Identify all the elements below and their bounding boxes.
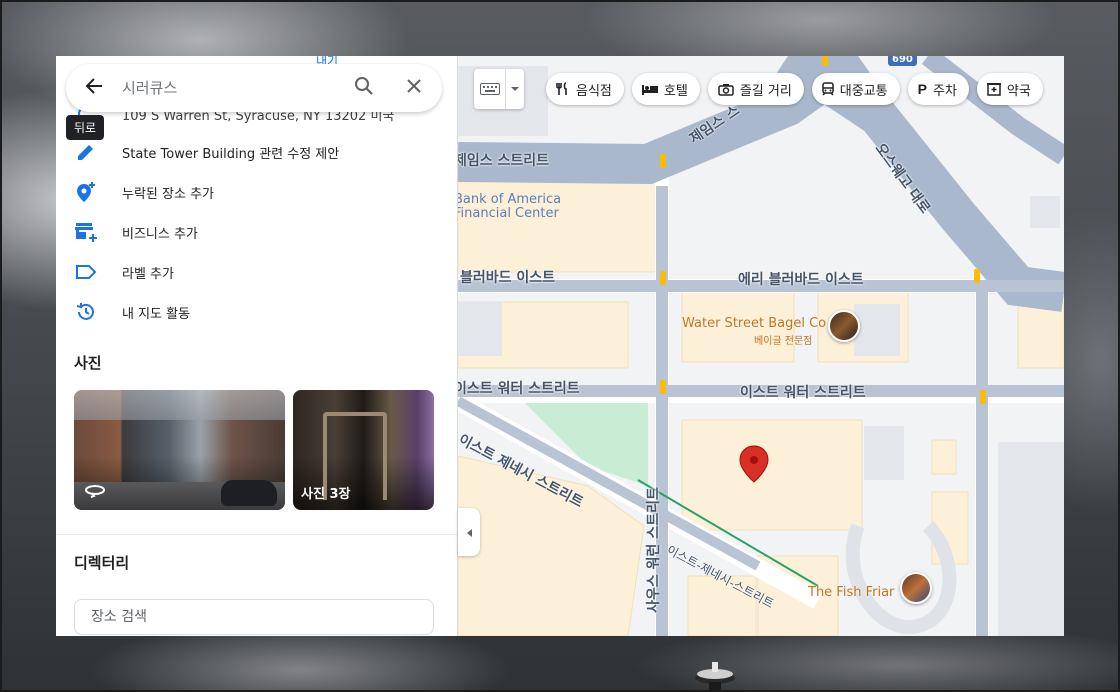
poi-bank-line2: Financial Center — [458, 206, 559, 221]
poi-fish-label[interactable]: The Fish Friar — [808, 585, 894, 600]
keyboard-layout-button[interactable] — [474, 69, 524, 109]
street-view-photo[interactable] — [74, 390, 285, 510]
chip-transit[interactable]: 대중교통 — [811, 73, 900, 105]
history-icon — [56, 301, 116, 323]
lamp-ornament — [695, 662, 735, 692]
chip-things-to-do-label: 즐길 거리 — [739, 83, 792, 99]
keyboard-icon — [474, 69, 506, 109]
map-canvas[interactable]: 제임스 스트리트 제임스 스 오스웨고 대로 블러바드 이스트 에리 블러바드 … — [458, 56, 1064, 636]
pharmacy-icon — [986, 82, 1001, 96]
chip-hotels-label: 호텔 — [663, 83, 688, 99]
close-icon — [406, 78, 422, 98]
suggest-edit-button[interactable]: State Tower Building 관련 수정 제안 — [56, 132, 457, 172]
street-label-erie-left: 블러바드 이스트 — [460, 270, 556, 286]
google-maps-window: 제임스 스트리트 제임스 스 오스웨고 대로 블러바드 이스트 에리 블러바드 … — [56, 56, 1064, 636]
restaurant-icon — [556, 82, 570, 96]
chip-parking[interactable]: P 주차 — [907, 73, 969, 105]
poi-bank-line1: Bank of America — [458, 192, 562, 207]
search-icon — [354, 76, 374, 100]
my-map-activity-button[interactable]: 내 지도 활동 — [56, 292, 457, 332]
section-divider — [56, 534, 457, 535]
photos-gallery: 사진 3장 — [74, 390, 434, 510]
category-chips: 음식점 호텔 즐길 거리 대중교통 P 주차 약국 — [546, 73, 1043, 105]
chip-things-to-do[interactable]: 즐길 거리 — [707, 73, 804, 105]
search-bar — [66, 64, 442, 112]
street-label-water-right: 이스트 워터 스트리트 — [740, 385, 866, 401]
add-label-button[interactable]: 라벨 추가 — [56, 252, 457, 292]
add-missing-place-button[interactable]: 누락된 장소 추가 — [56, 172, 457, 212]
chip-pharmacy[interactable]: 약국 — [976, 73, 1043, 105]
hotel-icon — [641, 83, 658, 95]
camera-icon — [718, 83, 734, 96]
add-label-label: 라벨 추가 — [122, 266, 174, 282]
arrow-left-icon — [84, 76, 104, 100]
photos-thumbnail[interactable]: 사진 3장 — [293, 390, 434, 510]
search-button[interactable] — [350, 74, 378, 102]
street-label-water-left: 이스트 워터 스트리트 — [458, 381, 580, 397]
clear-search-button[interactable] — [400, 74, 428, 102]
directory-section-title: 디렉터리 — [74, 554, 130, 572]
back-button[interactable] — [72, 66, 116, 110]
search-input[interactable] — [122, 79, 322, 97]
photos-section-title: 사진 — [74, 354, 102, 372]
pencil-icon — [56, 142, 116, 162]
chip-hotels[interactable]: 호텔 — [631, 73, 700, 105]
street-label-erie-right: 에리 블러바드 이스트 — [738, 272, 864, 288]
chevron-left-icon — [465, 523, 473, 542]
label-icon — [56, 264, 116, 280]
chip-pharmacy-label: 약국 — [1006, 83, 1031, 99]
chip-parking-label: 주차 — [932, 83, 957, 99]
poi-bank-label[interactable]: Bank of America Financial Center — [458, 193, 561, 221]
parking-icon: P — [917, 81, 927, 97]
add-business-button[interactable]: 비즈니스 추가 — [56, 212, 457, 252]
poi-bagel-thumbnail[interactable] — [828, 310, 860, 342]
add-missing-place-label: 누락된 장소 추가 — [122, 186, 214, 202]
collapse-panel-button[interactable] — [458, 508, 480, 556]
place-details-panel: 내기 109 S Warren St, Syracuse, NY 13202 미… — [56, 56, 458, 636]
back-tooltip: 뒤로 — [66, 115, 105, 140]
photos-count-label: 사진 3장 — [301, 487, 351, 502]
poi-fish-thumbnail[interactable] — [900, 572, 932, 604]
street-label-james: 제임스 스트리트 — [458, 153, 550, 169]
action-list: State Tower Building 관련 수정 제안 누락된 장소 추가 … — [56, 132, 457, 332]
chip-restaurants[interactable]: 음식점 — [546, 73, 624, 105]
poi-bagel-label[interactable]: Water Street Bagel Co — [682, 316, 826, 331]
chip-restaurants-label: 음식점 — [576, 83, 612, 99]
add-place-icon — [56, 181, 116, 203]
street-label-warren: 사우스 워런 스트리트 — [645, 487, 662, 613]
transit-icon — [822, 82, 834, 96]
my-map-activity-label: 내 지도 활동 — [122, 306, 191, 322]
add-business-icon — [56, 221, 116, 243]
directory-search-input[interactable] — [74, 599, 434, 635]
chip-transit-label: 대중교통 — [839, 83, 888, 99]
chevron-down-icon — [506, 86, 524, 92]
route-shield-690: 690 — [888, 56, 917, 66]
poi-bagel-category: 베이글 전문점 — [754, 336, 813, 347]
add-business-label: 비즈니스 추가 — [122, 226, 198, 242]
suggest-edit-label: State Tower Building 관련 수정 제안 — [122, 146, 340, 162]
360-icon — [84, 482, 106, 502]
